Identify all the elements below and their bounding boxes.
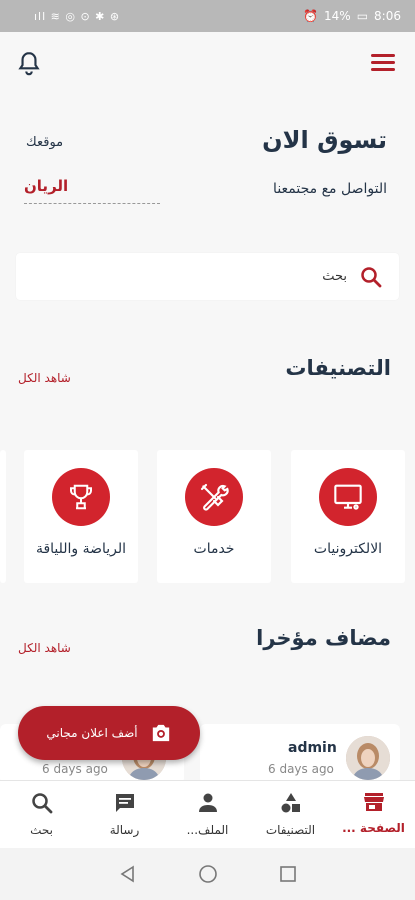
- home-icon[interactable]: [198, 864, 218, 884]
- recent-see-all-link[interactable]: شاهد الكل: [18, 641, 71, 655]
- bottom-nav: الصفحة ... التصنيفات الملف... رسالة بحث: [0, 780, 415, 848]
- nav-messages[interactable]: رسالة: [83, 781, 166, 849]
- category-card[interactable]: الرياضة واللياقة: [24, 450, 138, 583]
- chat-icon: [115, 794, 134, 812]
- post-time: 6 days ago: [42, 762, 108, 776]
- shapes-icon: [281, 793, 300, 813]
- nav-label: رسالة: [109, 823, 140, 837]
- bell-icon[interactable]: [16, 50, 42, 78]
- search-input[interactable]: بحث: [322, 269, 347, 284]
- categories-see-all-link[interactable]: شاهد الكل: [18, 371, 71, 385]
- store-icon: [363, 793, 384, 811]
- nav-categories[interactable]: التصنيفات: [249, 781, 332, 849]
- category-card-partial[interactable]: [0, 450, 6, 583]
- monitor-icon: [319, 468, 377, 526]
- search-bar[interactable]: بحث: [16, 253, 399, 300]
- category-label: الالكترونيات: [313, 541, 383, 557]
- nav-profile[interactable]: الملف...: [166, 781, 249, 849]
- person-icon: [198, 793, 217, 812]
- status-bar: ıll ≋ ◎ ⊙ ✱ ⊛ ⏰ 14% ▭ 8:06: [0, 0, 415, 32]
- recents-icon[interactable]: [278, 864, 298, 884]
- top-bar: [0, 32, 415, 94]
- system-nav-bar: [0, 848, 415, 900]
- search-icon: [31, 793, 52, 814]
- category-label: خدمات: [193, 541, 235, 557]
- alarm-icon: ⏰: [303, 9, 319, 23]
- status-icons: ıll ≋ ◎ ⊙ ✱ ⊛: [34, 9, 121, 23]
- category-label: الرياضة واللياقة: [35, 541, 127, 557]
- recent-post-card[interactable]: admin 6 days ago: [200, 724, 400, 784]
- category-card[interactable]: الالكترونيات: [291, 450, 405, 583]
- location-selector[interactable]: الريان: [24, 177, 68, 195]
- nav-home[interactable]: الصفحة ...: [332, 781, 415, 849]
- add-free-ad-label: أضف اعلان مجاني: [46, 726, 138, 740]
- post-time: 6 days ago: [268, 762, 334, 776]
- location-label: موقعك: [26, 135, 64, 150]
- nav-label: بحث: [30, 823, 53, 837]
- nav-search[interactable]: بحث: [0, 781, 83, 849]
- battery-icon: ▭: [356, 9, 369, 23]
- trophy-icon: [52, 468, 110, 526]
- post-author: admin: [288, 740, 337, 756]
- tools-icon: [185, 468, 243, 526]
- category-card[interactable]: خدمات: [157, 450, 271, 583]
- categories-title: التصنيفات: [285, 356, 391, 380]
- nav-label: الصفحة ...: [342, 821, 405, 835]
- page-subtitle: التواصل مع مجتمعنا: [273, 181, 387, 197]
- location-underline: [24, 203, 160, 204]
- battery-level: 14%: [324, 9, 351, 23]
- clock: 8:06: [374, 9, 401, 23]
- avatar: [346, 736, 390, 780]
- recent-title: مضاف مؤخرا: [256, 626, 391, 650]
- nav-label: الملف...: [186, 823, 229, 837]
- page-title: تسوق الان: [262, 126, 387, 154]
- camera-icon: [152, 724, 169, 742]
- search-icon: [361, 266, 382, 287]
- add-free-ad-button[interactable]: أضف اعلان مجاني: [18, 706, 200, 760]
- back-icon[interactable]: [118, 864, 138, 884]
- nav-label: التصنيفات: [265, 823, 316, 837]
- hamburger-menu-icon[interactable]: [371, 54, 395, 74]
